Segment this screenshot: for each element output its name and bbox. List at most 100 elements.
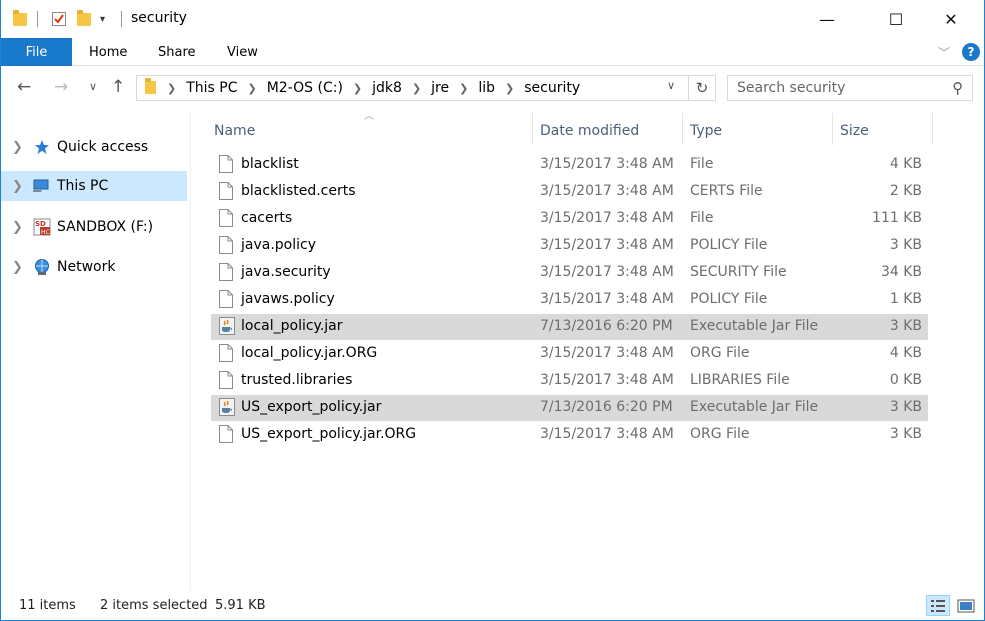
file-type: File — [690, 156, 714, 172]
breadcrumb-jre[interactable]: jre — [431, 80, 449, 96]
tab-share[interactable]: Share — [158, 38, 196, 66]
expand-chevron-icon[interactable]: ❯ — [12, 260, 23, 275]
column-header-type[interactable]: Type — [690, 117, 722, 145]
file-explorer-window: ▾ security — ☐ ✕ File Home Share View ﹀ … — [0, 0, 985, 621]
tab-home[interactable]: Home — [89, 38, 127, 66]
file-row[interactable]: blacklisted.certs 3/15/2017 3:48 AM CERTS … — [211, 179, 928, 205]
item-count: 11 items — [19, 598, 76, 613]
close-button[interactable]: ✕ — [928, 0, 974, 38]
sidebar-item-sandbox-drive[interactable]: ❯ SD HC SANDBOX (F:) — [1, 212, 187, 242]
file-name: blacklisted.certs — [241, 183, 356, 199]
file-size: 3 KB — [889, 426, 922, 442]
file-date-modified: 3/15/2017 3:48 AM — [540, 237, 674, 253]
status-bar: 11 items 2 items selected 5.91 KB — [1, 591, 984, 620]
breadcrumb-separator-icon[interactable]: ❯ — [505, 82, 514, 95]
file-type: CERTS File — [690, 183, 763, 199]
search-box[interactable]: ⚲ — [727, 75, 973, 101]
sidebar-item-quick-access[interactable]: ❯ Quick access — [1, 132, 187, 162]
details-view-button[interactable] — [926, 595, 950, 616]
search-icon[interactable]: ⚲ — [952, 79, 963, 97]
recent-locations-chevron-icon[interactable]: ∨ — [89, 80, 97, 93]
file-icon — [219, 155, 233, 173]
breadcrumb-drive[interactable]: M2-OS (C:) — [267, 80, 343, 96]
file-row[interactable]: local_policy.jar.ORG 3/15/2017 3:48 AM ORG… — [211, 341, 928, 367]
file-size: 3 KB — [889, 237, 922, 253]
file-name: local_policy.jar.ORG — [241, 345, 378, 361]
file-row[interactable]: US_export_policy.jar.ORG 3/15/2017 3:48 A… — [211, 422, 928, 448]
tab-view[interactable]: View — [227, 38, 258, 66]
address-bar[interactable]: ❯ This PC ❯ M2-OS (C:) ❯ jdk8 ❯ jre ❯ li… — [136, 75, 716, 101]
search-input[interactable] — [737, 77, 937, 99]
back-arrow-icon[interactable]: ← — [17, 77, 31, 97]
toolbar-divider — [37, 11, 38, 27]
file-row[interactable]: cacerts 3/15/2017 3:48 AM File 111 KB — [211, 206, 928, 232]
minimize-button[interactable]: — — [804, 0, 850, 38]
file-row[interactable]: blacklist 3/15/2017 3:48 AM File 4 KB — [211, 152, 928, 178]
title-bar: ▾ security — ☐ ✕ — [1, 0, 984, 38]
file-row[interactable]: java.security 3/15/2017 3:48 AM SECURITY F… — [211, 260, 928, 286]
file-icon — [219, 263, 233, 281]
file-row[interactable]: local_policy.jar 7/13/2016 6:20 PM Executa… — [211, 314, 928, 340]
customize-toolbar-chevron-icon[interactable]: ▾ — [100, 10, 105, 28]
properties-icon[interactable] — [51, 10, 67, 28]
up-arrow-icon[interactable]: ↑ — [111, 77, 125, 97]
file-size: 34 KB — [880, 264, 922, 280]
expand-chevron-icon[interactable]: ❯ — [12, 179, 23, 194]
sidebar-item-label: This PC — [57, 178, 109, 194]
file-row[interactable]: trusted.libraries 3/15/2017 3:48 AM LIBRAR… — [211, 368, 928, 394]
file-type: Executable Jar File — [690, 399, 819, 415]
sidebar-item-this-pc[interactable]: ❯ This PC — [1, 171, 187, 201]
breadcrumb-separator-icon[interactable]: ❯ — [248, 82, 257, 95]
column-header-size[interactable]: Size — [840, 117, 869, 145]
expand-chevron-icon[interactable]: ❯ — [12, 220, 23, 235]
column-divider[interactable] — [932, 113, 933, 145]
file-type: ORG File — [690, 345, 750, 361]
sidebar-item-label: SANDBOX (F:) — [57, 219, 154, 235]
tab-file[interactable]: File — [1, 38, 72, 66]
large-icons-view-button[interactable] — [954, 595, 978, 616]
file-type: POLICY File — [690, 291, 768, 307]
breadcrumb-lib[interactable]: lib — [478, 80, 495, 96]
address-dropdown-chevron-icon[interactable]: ∨ — [667, 79, 675, 92]
breadcrumb-separator-icon[interactable]: ❯ — [412, 82, 421, 95]
refresh-icon[interactable]: ↻ — [688, 76, 715, 100]
maximize-button[interactable]: ☐ — [873, 0, 919, 38]
file-name: java.security — [241, 264, 331, 280]
sidebar-item-network[interactable]: ❯ Network — [1, 252, 187, 282]
jar-icon — [219, 317, 235, 335]
column-divider[interactable] — [682, 113, 683, 145]
file-name: US_export_policy.jar.ORG — [241, 426, 417, 442]
breadcrumb-separator-icon[interactable]: ❯ — [353, 82, 362, 95]
expand-chevron-icon[interactable]: ❯ — [12, 140, 23, 155]
breadcrumb-this-pc[interactable]: This PC — [186, 80, 237, 96]
file-size: 1 KB — [889, 291, 922, 307]
column-divider[interactable] — [832, 113, 833, 145]
file-icon — [219, 182, 233, 200]
forward-arrow-icon[interactable]: → — [54, 77, 68, 97]
column-header-name[interactable]: Name — [214, 117, 255, 145]
column-header-date-modified[interactable]: Date modified — [540, 117, 639, 145]
ribbon-tabs: File Home Share View ﹀ ? — [1, 38, 984, 66]
column-divider[interactable] — [532, 113, 533, 145]
network-icon — [33, 258, 51, 276]
file-row[interactable]: java.policy 3/15/2017 3:48 AM POLICY File 3… — [211, 233, 928, 259]
file-row[interactable]: javaws.policy 3/15/2017 3:48 AM POLICY Fil… — [211, 287, 928, 313]
file-size: 4 KB — [889, 156, 922, 172]
breadcrumb-separator-icon[interactable]: ❯ — [459, 82, 468, 95]
file-type: File — [690, 210, 714, 226]
breadcrumb-security[interactable]: security — [524, 80, 580, 96]
file-name: local_policy.jar — [241, 318, 343, 334]
new-folder-icon[interactable] — [77, 9, 91, 28]
breadcrumb-jdk8[interactable]: jdk8 — [372, 80, 402, 96]
file-row[interactable]: US_export_policy.jar 7/13/2016 6:20 PM Exe… — [211, 395, 928, 421]
file-size: 111 KB — [872, 210, 922, 226]
file-size: 2 KB — [889, 183, 922, 199]
folder-icon — [13, 9, 27, 28]
toolbar-divider — [121, 11, 122, 27]
pane-divider[interactable] — [190, 111, 191, 591]
selection-count: 2 items selected — [100, 598, 208, 613]
breadcrumb-separator-icon[interactable]: ❯ — [167, 82, 176, 95]
help-button[interactable]: ? — [962, 43, 980, 61]
expand-ribbon-chevron-icon[interactable]: ﹀ — [938, 44, 950, 61]
file-icon — [219, 425, 233, 443]
